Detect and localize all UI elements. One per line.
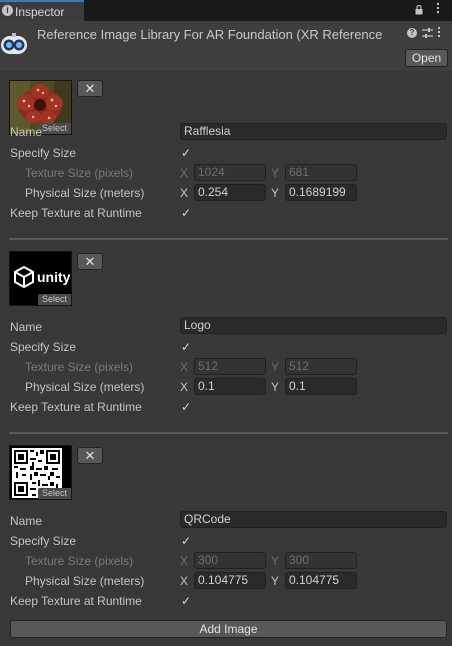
name-label: Name [10,514,43,528]
physical-x-field[interactable]: 0.1 [194,378,266,395]
physical-size-label: Physical Size (meters) [25,380,145,394]
name-field[interactable]: QRCode [180,511,447,528]
texture-x-field: 512 [194,358,266,375]
texture-y-field: 512 [285,358,357,375]
keep-texture-label: Keep Texture at Runtime [10,400,142,414]
remove-image-button[interactable]: ✕ [77,80,103,97]
specify-size-label: Specify Size [10,534,77,548]
unity-logo-icon [14,266,34,288]
specify-size-label: Specify Size [10,340,77,354]
remove-image-button[interactable]: ✕ [77,253,103,270]
settings-sliders-icon[interactable] [422,27,433,39]
physical-y-axis-label: Y [271,380,280,394]
physical-x-field[interactable]: 0.104775 [194,572,266,589]
texture-y-field: 300 [285,552,357,569]
select-texture-button[interactable]: Select [38,488,71,499]
specify-size-checkbox[interactable]: ✓ [180,535,192,547]
texture-x-field: 300 [194,552,266,569]
physical-y-field[interactable]: 0.1 [285,378,357,395]
physical-x-axis-label: X [180,574,189,588]
keep-texture-checkbox[interactable]: ✓ [180,401,192,413]
header-kebab-icon[interactable] [437,27,441,41]
tab-bar: i Inspector [0,0,452,21]
specify-size-checkbox[interactable]: ✓ [180,341,192,353]
keep-texture-label: Keep Texture at Runtime [10,594,142,608]
physical-y-axis-label: Y [271,186,280,200]
kebab-menu-icon[interactable] [436,3,440,17]
thumbnail-qrcode[interactable]: Select [9,445,72,500]
texture-x-axis-label: X [180,166,189,180]
physical-y-axis-label: Y [271,574,280,588]
physical-y-field[interactable]: 0.104775 [285,572,357,589]
remove-image-button[interactable]: ✕ [77,447,103,464]
entry-divider [9,238,448,240]
specify-size-label: Specify Size [10,146,77,160]
texture-y-axis-label: Y [271,554,280,568]
texture-y-axis-label: Y [271,166,280,180]
texture-x-axis-label: X [180,360,189,374]
texture-x-axis-label: X [180,554,189,568]
texture-size-label: Texture Size (pixels) [25,554,134,568]
tab-label: Inspector [15,5,65,19]
help-icon[interactable]: ? [407,28,417,38]
physical-x-axis-label: X [180,186,189,200]
open-button[interactable]: Open [405,49,448,67]
name-label: Name [10,125,43,139]
texture-x-field: 1024 [194,164,266,181]
texture-size-label: Texture Size (pixels) [25,166,134,180]
physical-y-field[interactable]: 0.1689199 [285,184,357,201]
tab-inspector[interactable]: i Inspector [0,0,84,21]
texture-size-label: Texture Size (pixels) [25,360,134,374]
name-field[interactable]: Rafflesia [180,123,447,140]
thumbnail-logo[interactable]: unity Select [9,251,72,306]
select-texture-button[interactable]: Select [38,294,71,305]
physical-x-field[interactable]: 0.254 [194,184,266,201]
physical-x-axis-label: X [180,380,189,394]
physical-size-label: Physical Size (meters) [25,574,145,588]
select-texture-button[interactable]: Select [38,123,71,134]
name-field[interactable]: Logo [180,317,447,334]
reference-library-icon [1,33,27,54]
name-label: Name [10,320,43,334]
keep-texture-label: Keep Texture at Runtime [10,206,142,220]
asset-title: Reference Image Library For AR Foundatio… [37,27,383,42]
physical-size-label: Physical Size (meters) [25,186,145,200]
texture-y-axis-label: Y [271,360,280,374]
texture-y-field: 681 [285,164,357,181]
keep-texture-checkbox[interactable]: ✓ [180,207,192,219]
entry-divider [9,432,448,434]
asset-header: Reference Image Library For AR Foundatio… [0,21,452,71]
lock-icon[interactable] [415,5,423,15]
keep-texture-checkbox[interactable]: ✓ [180,595,192,607]
specify-size-checkbox[interactable]: ✓ [180,147,192,159]
unity-logo-text: unity [37,269,71,285]
info-icon: i [2,5,13,16]
add-image-button[interactable]: Add Image [10,620,447,638]
